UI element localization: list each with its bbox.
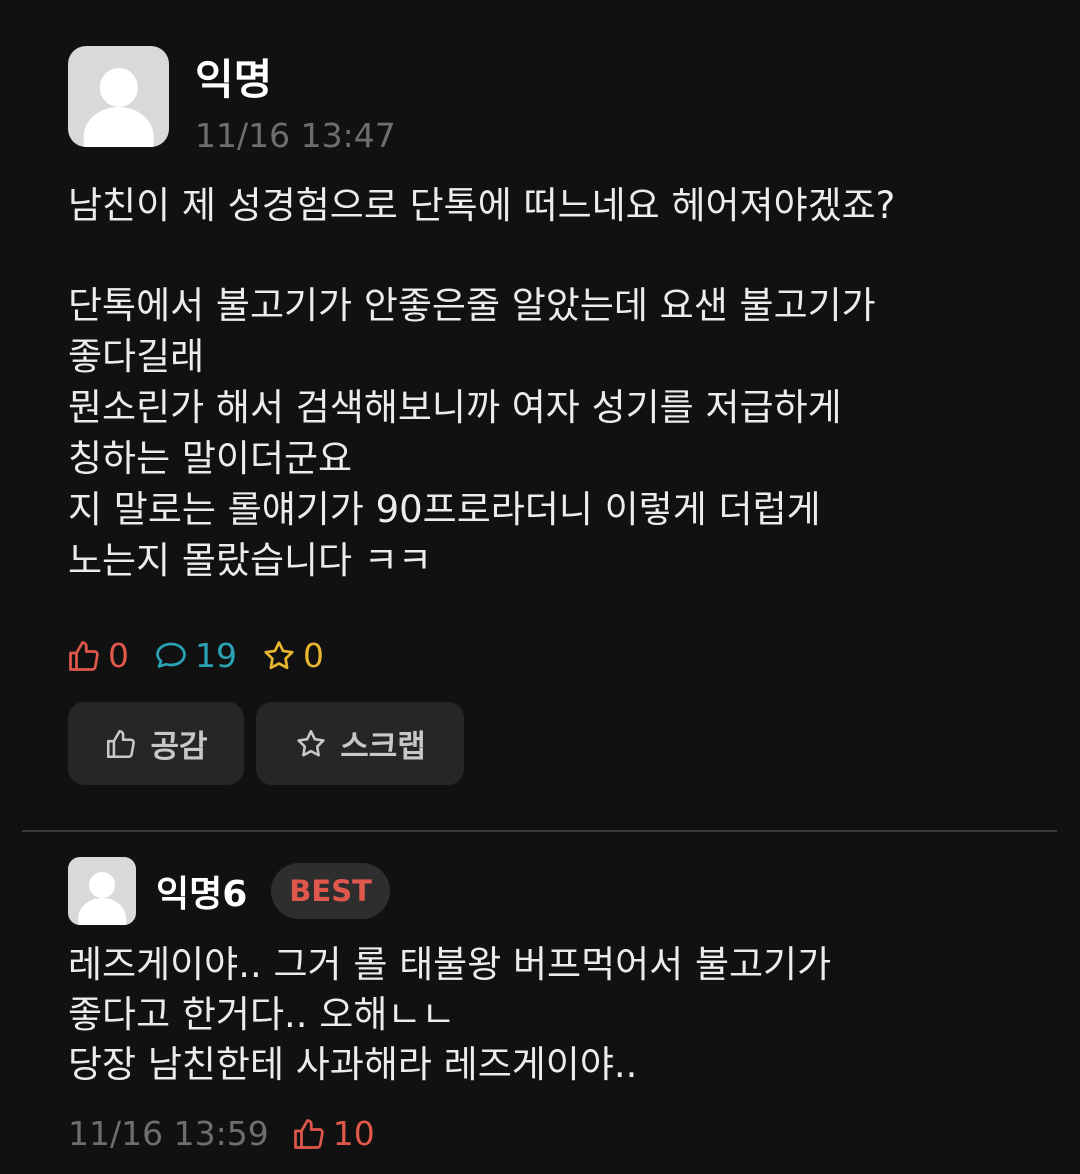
comment-body: 레즈게이야.. 그거 롤 태불왕 버프먹어서 불고기가 좋다고 한거다.. 오해… bbox=[68, 940, 831, 1090]
thumbs-up-icon bbox=[69, 641, 99, 671]
comment-datetime: 11/16 13:59 bbox=[68, 1114, 269, 1153]
best-badge: BEST bbox=[271, 863, 390, 919]
post-title: 남친이 제 성경험으로 단톡에 떠느네요 헤어져야겠죠? bbox=[68, 184, 896, 227]
post-header: 익명 11/16 13:47 bbox=[68, 46, 396, 156]
comment-author: 익명6 bbox=[156, 874, 248, 915]
speech-bubble-icon bbox=[156, 642, 186, 668]
comment-header: 익명6 BEST bbox=[68, 857, 390, 925]
star-icon bbox=[297, 729, 325, 756]
like-button-label: 공감 bbox=[150, 729, 208, 765]
post-body-line: 단톡에서 불고기가 안좋은줄 알았는데 요샌 불고기가 bbox=[68, 284, 876, 327]
comment-like[interactable]: 10 bbox=[291, 1112, 375, 1156]
like-button[interactable]: 공감 bbox=[68, 702, 244, 785]
post-datetime: 11/16 13:47 bbox=[195, 116, 396, 155]
scrap-count-value: 0 bbox=[303, 636, 324, 675]
scrap-count: 0 bbox=[261, 634, 324, 678]
thumbs-up-icon bbox=[107, 729, 136, 758]
post-body: 단톡에서 불고기가 안좋은줄 알았는데 요샌 불고기가 좋다길래 뭔소린가 해서… bbox=[68, 280, 1028, 586]
author-block: 익명 11/16 13:47 bbox=[195, 46, 396, 156]
like-count-value: 0 bbox=[108, 636, 129, 675]
post-body-line: 칭하는 말이더군요 bbox=[68, 437, 353, 480]
comment-body-line: 좋다고 한거다.. 오해ㄴㄴ bbox=[68, 993, 456, 1036]
like-count: 0 bbox=[66, 634, 129, 678]
author-avatar[interactable] bbox=[68, 46, 169, 147]
thumbs-up-icon bbox=[293, 1119, 324, 1149]
comment-avatar[interactable] bbox=[68, 857, 136, 925]
post-body-line: 노는지 몰랐습니다 ㅋㅋ bbox=[68, 539, 432, 582]
comment-footer: 11/16 13:59 10 bbox=[68, 1112, 375, 1156]
post-actions: 공감 스크랩 bbox=[68, 702, 476, 785]
post-author: 익명 bbox=[195, 55, 273, 104]
star-icon bbox=[264, 641, 294, 670]
divider bbox=[22, 830, 1057, 832]
comment-body-line: 레즈게이야.. 그거 롤 태불왕 버프먹어서 불고기가 bbox=[68, 943, 832, 986]
post-body-line: 뭔소린가 해서 검색해보니까 여자 성기를 저급하게 bbox=[68, 386, 842, 429]
comment-count-value: 19 bbox=[195, 636, 237, 675]
post-stats: 0 19 0 bbox=[66, 634, 348, 678]
post-body-line: 지 말로는 롤얘기가 90프로라더니 이렇게 더럽게 bbox=[68, 488, 821, 531]
comment-like-count: 10 bbox=[332, 1114, 375, 1153]
comment-count: 19 bbox=[153, 634, 237, 678]
scrap-button[interactable]: 스크랩 bbox=[256, 702, 464, 785]
post-body-line: 좋다길래 bbox=[68, 335, 205, 378]
scrap-button-label: 스크랩 bbox=[340, 729, 426, 765]
comment-body-line: 당장 남친한테 사과해라 레즈게이야.. bbox=[68, 1043, 638, 1086]
